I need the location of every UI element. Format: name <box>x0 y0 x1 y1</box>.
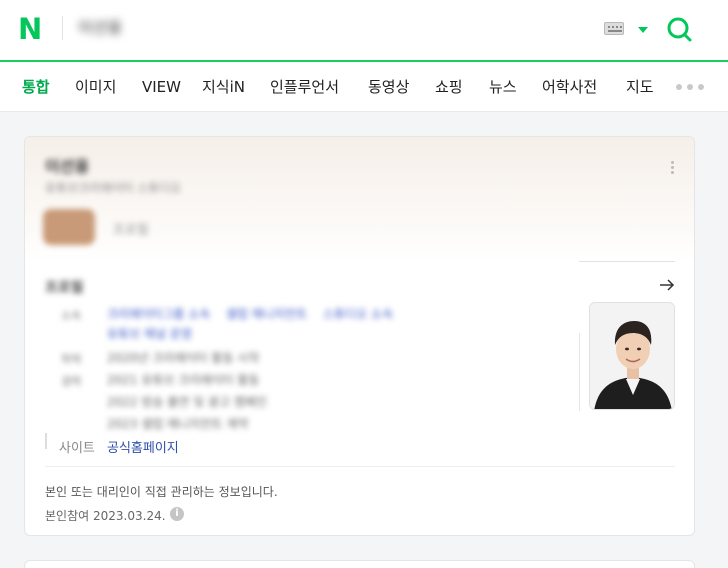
tab-video[interactable]: 동영상 <box>368 62 409 112</box>
tab-shopping[interactable]: 쇼핑 <box>435 62 463 112</box>
photo-divider <box>579 333 580 411</box>
profile-secondary-label: 프로필 <box>113 223 149 238</box>
section-title: 프로필 <box>45 280 84 296</box>
chevron-down-icon[interactable] <box>638 27 648 33</box>
search-icon[interactable] <box>666 16 692 42</box>
row-value: 2021 유튜브 크리에이터 활동 <box>107 373 260 387</box>
profile-info-rows: 소속 크리에이터그룹 소속 셀럽 매니지먼트 스튜디오 소속 유튜브 채널 운영… <box>47 297 567 447</box>
search-tabs: 통합 이미지 VIEW 지식iN 인플루언서 동영상 쇼핑 뉴스 어학사전 지도 <box>0 62 728 112</box>
person-avatar-icon <box>590 303 674 409</box>
row-label: 경력 <box>61 375 82 388</box>
row-value: 2022 방송 출연 및 광고 캠페인 <box>107 395 268 409</box>
tab-influencer[interactable]: 인플루언서 <box>270 62 339 112</box>
profile-name: 이선웅 <box>45 157 90 176</box>
tab-images[interactable]: 이미지 <box>75 62 116 112</box>
tab-all[interactable]: 통합 <box>22 62 50 112</box>
row-label: 학력 <box>61 353 82 366</box>
header-divider-line <box>579 261 675 262</box>
info-icon[interactable]: i <box>170 507 184 521</box>
row-link[interactable]: 스튜디오 소속 <box>323 307 393 321</box>
row-link[interactable]: 유튜브 채널 운영 <box>107 327 192 341</box>
row-value: 2020년 크리에이터 활동 시작 <box>107 351 260 365</box>
profile-subtitle: 유튜브크리에이터 스튜디오 <box>45 181 182 195</box>
search-query-text: 이선웅 <box>78 18 123 37</box>
profile-header-bg <box>25 137 694 262</box>
search-header: N 이선웅 <box>0 0 728 62</box>
search-input[interactable]: 이선웅 <box>78 14 148 42</box>
naver-logo[interactable]: N <box>18 14 48 44</box>
participate-date: 2023.03.24. <box>93 509 166 523</box>
row-value: 크리에이터그룹 소속 셀럽 매니지먼트 스튜디오 소속 <box>107 305 393 322</box>
more-tabs-icon[interactable] <box>676 84 706 90</box>
next-result-card <box>24 560 695 568</box>
site-divider <box>45 433 47 449</box>
profile-card: 이선웅 유튜브크리에이터 스튜디오 프로필 프로필 소속 크리에이터그룹 소속 … <box>24 136 695 536</box>
card-divider <box>45 466 675 467</box>
row-link[interactable]: 셀럽 매니지먼트 <box>226 307 307 321</box>
profile-action-button[interactable] <box>43 209 95 245</box>
row-value: 2023 셀럽 매니지먼트 계약 <box>107 417 249 431</box>
managed-notice: 본인 또는 대리인이 직접 관리하는 정보입니다. <box>45 485 278 499</box>
self-participation: 본인참여 2023.03.24. <box>45 507 166 524</box>
tab-dictionary[interactable]: 어학사전 <box>542 62 597 112</box>
row-value: 유튜브 채널 운영 <box>107 325 192 342</box>
tab-view[interactable]: VIEW <box>142 62 181 112</box>
tab-kin[interactable]: 지식iN <box>202 62 245 112</box>
header-divider <box>62 16 63 40</box>
row-link[interactable]: 크리에이터그룹 소속 <box>107 307 210 321</box>
profile-photo[interactable] <box>589 302 675 410</box>
tab-news[interactable]: 뉴스 <box>489 62 517 112</box>
tab-map[interactable]: 지도 <box>626 62 654 112</box>
participate-label: 본인참여 <box>45 509 90 523</box>
row-label: 소속 <box>61 309 82 322</box>
arrow-right-icon[interactable] <box>659 277 675 293</box>
official-homepage-link[interactable]: 공식홈페이지 <box>107 437 179 456</box>
site-label: 사이트 <box>59 441 95 456</box>
more-options-icon[interactable] <box>671 161 675 175</box>
keyboard-icon[interactable] <box>604 22 624 35</box>
